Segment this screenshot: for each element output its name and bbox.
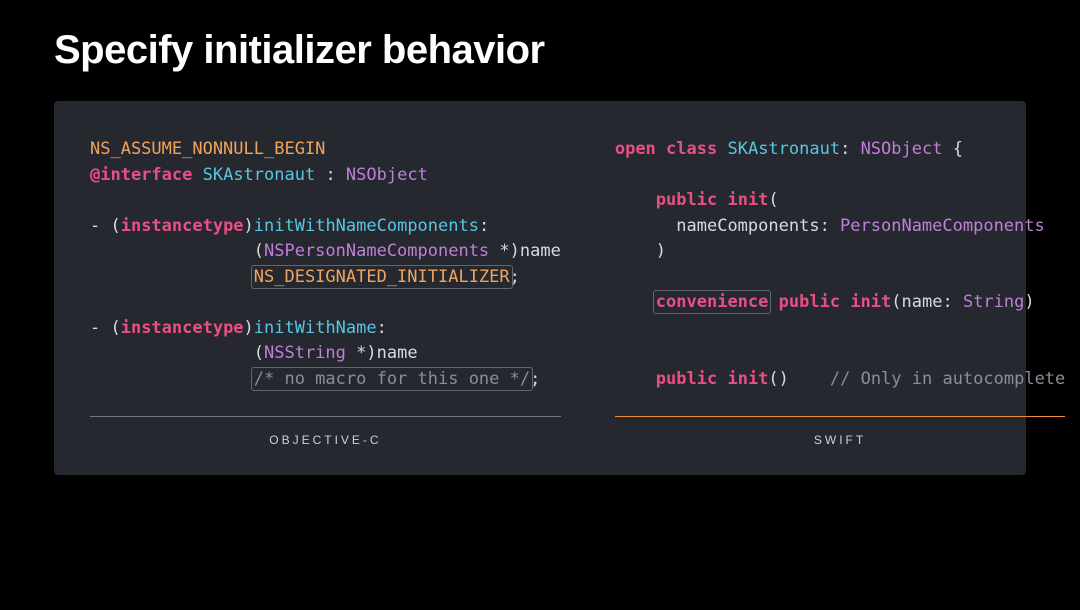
swift-code: open class SKAstronaut: NSObject { publi… [615,137,1065,392]
objc-m1-instancetype: instancetype [121,216,244,236]
swift-ind3 [615,369,656,389]
objc-code: NS_ASSUME_NONNULL_BEGIN @interface SKAst… [90,137,561,392]
swift-brace: { [942,139,962,159]
objc-super-sep: : [315,165,346,185]
swift-init1: init [727,190,768,210]
swift-lp3: ( [768,369,778,389]
objc-m1-colon: : [479,216,489,236]
swift-class-name: SKAstronaut [727,139,840,159]
swift-sp2 [768,292,778,312]
swift-init2: init [850,292,891,312]
swift-gap3 [789,369,830,389]
swift-column: open class SKAstronaut: NSObject { publi… [615,137,1065,447]
swift-arg2-sep: : [942,292,962,312]
swift-rp1: ) [656,241,666,261]
objc-m2-instancetype: instancetype [121,318,244,338]
swift-arg1-name: nameComponents [676,216,819,236]
swift-arg1-sep: : [820,216,840,236]
objc-label: OBJECTIVE-C [90,416,561,447]
objc-m1-star: *) [489,241,520,261]
swift-public3: public [656,369,717,389]
swift-rp2: ) [1024,292,1034,312]
objc-m2-star: *) [346,343,377,363]
swift-super-name: NSObject [861,139,943,159]
objc-m2-ind3 [90,369,254,389]
swift-autocomplete-comment: // Only in autocomplete [830,369,1065,389]
objc-m1-argtype: NSPersonNameComponents [264,241,489,261]
objc-m1-ind3 [90,267,254,287]
objc-m2-ind: ( [90,343,264,363]
swift-init3: init [727,369,768,389]
objc-m1-argname: name [520,241,561,261]
swift-ind2 [615,292,656,312]
objc-column: NS_ASSUME_NONNULL_BEGIN @interface SKAst… [90,137,561,447]
swift-public2: public [779,292,840,312]
objc-m1-dash: - ( [90,216,121,236]
objc-no-macro-comment: /* no macro for this one */ [251,367,533,391]
objc-m1-semi: ; [510,267,520,287]
objc-m2-argname: name [377,343,418,363]
swift-arg2-name: name [902,292,943,312]
objc-m1-cp: ) [244,216,254,236]
swift-lp2: ( [891,292,901,312]
objc-ns-assume: NS_ASSUME_NONNULL_BEGIN [90,139,325,159]
swift-convenience-kw: convenience [653,290,772,314]
objc-super-name: NSObject [346,165,428,185]
swift-public1: public [656,190,717,210]
objc-m2-name: initWithName [254,318,377,338]
swift-arg1-type: PersonNameComponents [840,216,1045,236]
swift-arg1-ind [615,216,676,236]
swift-ind1 [615,190,656,210]
objc-interface-kw: @interface [90,165,192,185]
slide-title: Specify initializer behavior [54,28,1026,73]
objc-m2-semi: ; [530,369,540,389]
objc-m2-cp: ) [244,318,254,338]
objc-m2-dash: - ( [90,318,121,338]
swift-rp3: ) [779,369,789,389]
swift-label: SWIFT [615,416,1065,447]
swift-class-kw: class [666,139,717,159]
swift-colon: : [840,139,860,159]
objc-m1-name: initWithNameComponents [254,216,479,236]
objc-designated-macro: NS_DESIGNATED_INITIALIZER [251,265,513,289]
objc-m2-colon: : [377,318,387,338]
swift-lp1: ( [768,190,778,210]
objc-class-name: SKAstronaut [203,165,316,185]
code-panel: NS_ASSUME_NONNULL_BEGIN @interface SKAst… [54,101,1026,475]
swift-open-kw: open [615,139,656,159]
swift-ind1b [615,241,656,261]
objc-m2-argtype: NSString [264,343,346,363]
swift-arg2-type: String [963,292,1024,312]
objc-m1-ind: ( [90,241,264,261]
